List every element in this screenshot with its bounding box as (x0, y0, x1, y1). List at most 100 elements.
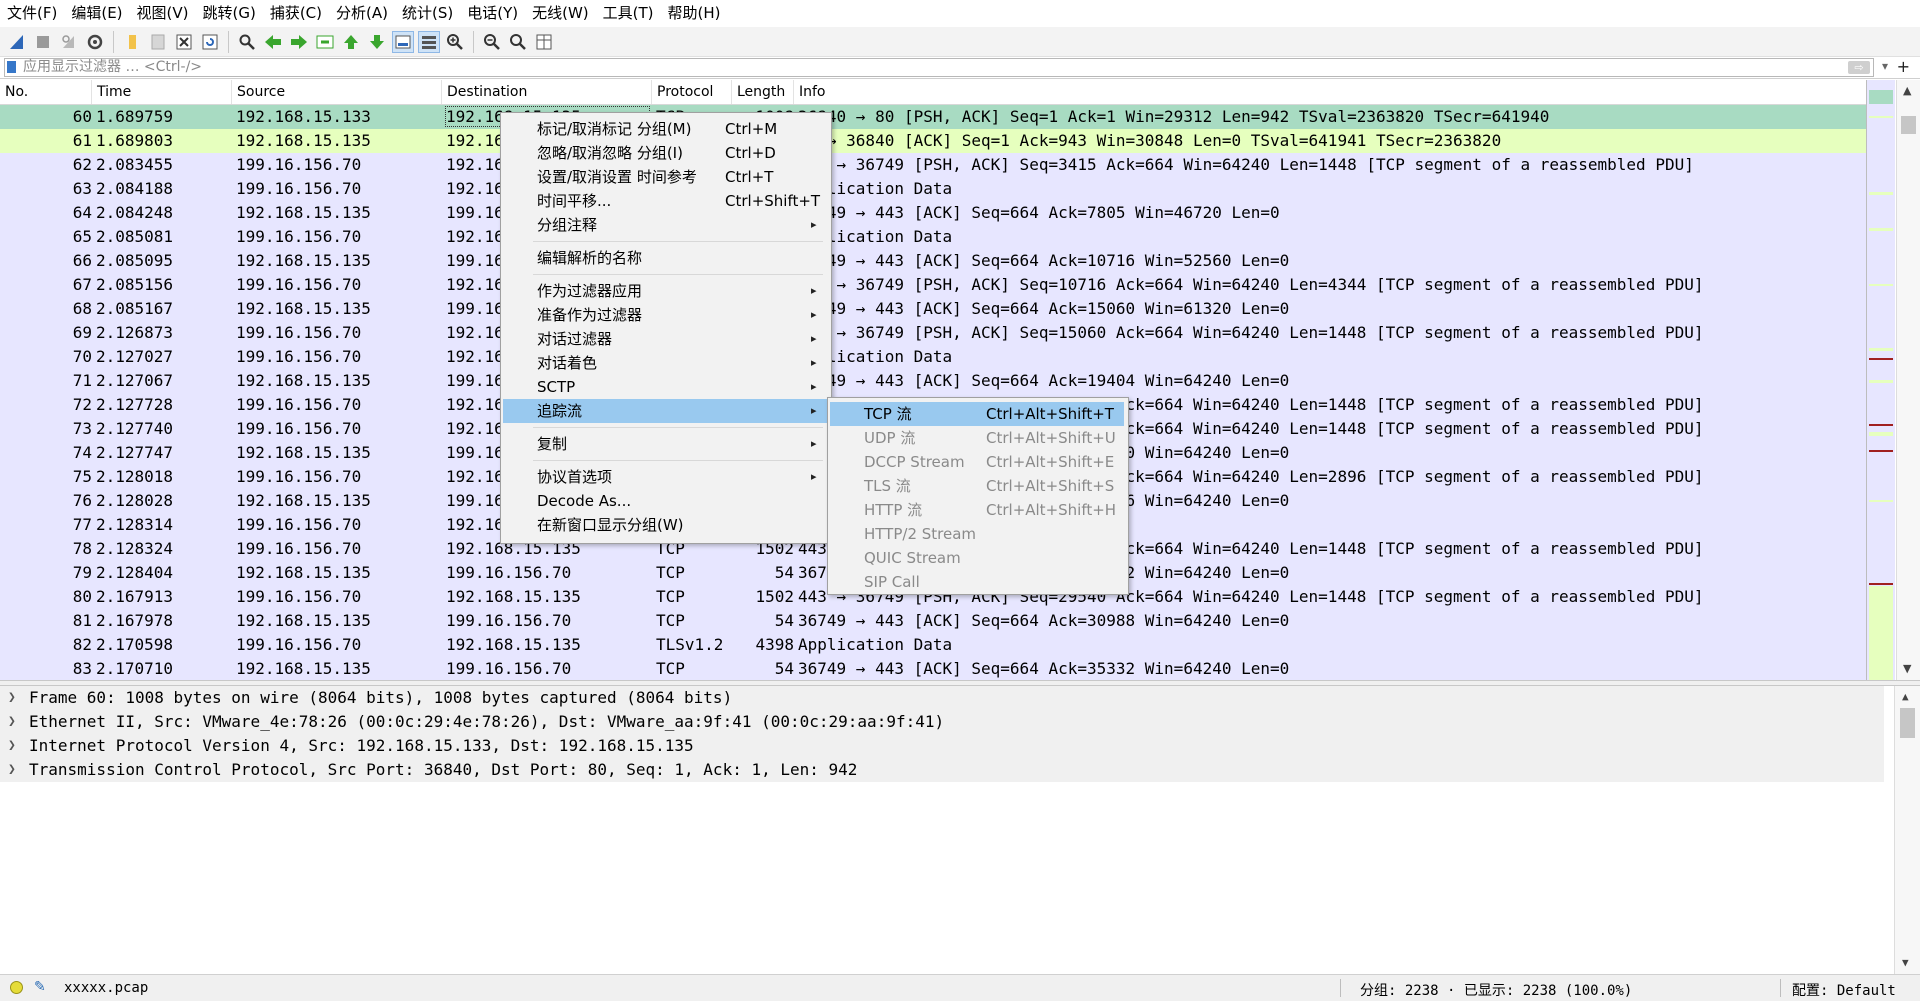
cell-info: 36749 → 443 [ACK] Seq=664 Ack=30988 Win=… (798, 611, 1290, 630)
status-profile[interactable]: 配置: Default (1792, 980, 1896, 1000)
context-menu-item[interactable]: 编辑解析的名称 (503, 246, 827, 270)
cell-src: 192.168.15.135 (236, 443, 371, 462)
autoscroll-icon[interactable] (392, 30, 414, 53)
add-filter-button-icon[interactable]: + (1897, 57, 1910, 76)
table-row[interactable]: 81 2.167978 192.168.15.135 199.16.156.70 TCP… (0, 609, 1866, 633)
menu-item-9[interactable]: 工具(T) (596, 0, 661, 27)
open-folder-icon[interactable] (121, 31, 143, 53)
table-row[interactable]: 662.085095192.168.15.135199.16.156.70TCP… (0, 249, 1866, 273)
col-header-source[interactable]: Source (232, 80, 442, 104)
table-row[interactable]: 601.689759192.168.15.133192.168.15.135TC… (0, 105, 1866, 129)
options-gear-icon[interactable] (84, 31, 106, 53)
menu-item-0[interactable]: 文件(F) (0, 0, 64, 27)
shark-fin-start-icon[interactable] (6, 31, 28, 53)
packet-details-pane[interactable]: ❯ Frame 60: 1008 bytes on wire (8064 bits… (0, 686, 1920, 974)
go-to-packet-icon[interactable] (314, 31, 336, 53)
menu-item-10[interactable]: 帮助(H) (661, 0, 728, 27)
context-menu-item[interactable]: 准备作为过滤器 ▸ (503, 303, 827, 327)
table-row[interactable]: 83 2.170710 192.168.15.135 199.16.156.70 TCP… (0, 657, 1866, 681)
zoom-out-icon[interactable] (481, 31, 503, 53)
context-menu-item[interactable]: Decode As... (503, 489, 827, 513)
packet-minimap[interactable] (1866, 80, 1895, 680)
scroll-down-icon[interactable]: ▼ (1903, 662, 1911, 675)
table-row[interactable]: 692.126873199.16.156.70192.168.15.135TCP… (0, 321, 1866, 345)
scroll-down-icon[interactable]: ▼ (1902, 956, 1909, 969)
scroll-up-icon[interactable]: ▲ (1903, 84, 1911, 97)
go-back-icon[interactable] (262, 31, 284, 53)
cell-info: 443 → 36749 [PSH, ACK] Seq=3415 Ack=664 … (798, 155, 1694, 174)
zoom-in-icon[interactable] (444, 31, 466, 53)
context-menu-item[interactable]: 作为过滤器应用 ▸ (503, 279, 827, 303)
scroll-up-icon[interactable]: ▲ (1902, 690, 1909, 703)
table-row[interactable]: 702.127027199.16.156.70192.168.15.135TLS… (0, 345, 1866, 369)
details-tree-item[interactable]: ❯ Ethernet II, Src: VMware_4e:78:26 (00:0… (0, 710, 1884, 734)
file-icon[interactable] (147, 31, 169, 53)
table-row[interactable]: 611.689803192.168.15.135192.168.15.133TC… (0, 129, 1866, 153)
col-header-no[interactable]: No. (0, 80, 92, 104)
normal-size-icon[interactable] (507, 31, 529, 53)
go-forward-icon[interactable] (288, 31, 310, 53)
menu-item-1[interactable]: 编辑(E) (64, 0, 129, 27)
table-row[interactable]: 82 2.170598 199.16.156.70 192.168.15.135 TLS… (0, 633, 1866, 657)
col-header-destination[interactable]: Destination (442, 80, 652, 104)
table-row[interactable]: 642.084248192.168.15.135199.16.156.70TCP… (0, 201, 1866, 225)
menu-item-5[interactable]: 分析(A) (329, 0, 395, 27)
context-menu-item[interactable]: 时间平移... Ctrl+Shift+T (503, 189, 827, 213)
context-menu-item[interactable]: 在新窗口显示分组(W) (503, 513, 827, 537)
last-packet-icon[interactable] (366, 31, 388, 53)
table-row[interactable]: 672.085156199.16.156.70192.168.15.135TCP… (0, 273, 1866, 297)
close-file-icon[interactable] (173, 31, 195, 53)
scrollbar-thumb[interactable] (1901, 116, 1916, 134)
packet-list-scrollbar[interactable]: ▲ ▼ (1896, 80, 1920, 680)
apply-filter-button[interactable]: ⇨ (1848, 61, 1870, 74)
stop-icon[interactable] (32, 31, 54, 53)
cell-info: 36749 → 443 [ACK] Seq=664 Ack=19404 Win=… (798, 371, 1290, 390)
context-menu-item[interactable]: 对话过滤器 ▸ (503, 327, 827, 351)
context-menu-item[interactable]: 分组注释 ▸ (503, 213, 827, 237)
menu-item-4[interactable]: 捕获(C) (263, 0, 329, 27)
context-menu-item[interactable]: 标记/取消标记 分组(M) Ctrl+M (503, 117, 827, 141)
scrollbar-thumb[interactable] (1900, 708, 1915, 738)
details-tree-item[interactable]: ❯ Frame 60: 1008 bytes on wire (8064 bits… (0, 686, 1884, 710)
menu-item-7[interactable]: 电话(Y) (460, 0, 525, 27)
menu-item-3[interactable]: 跳转(G) (196, 0, 263, 27)
capture-comment-icon[interactable]: ✎ (34, 979, 46, 995)
reload-icon[interactable] (199, 31, 221, 53)
context-menu-item[interactable]: 设置/取消设置 时间参考 Ctrl+T (503, 165, 827, 189)
context-menu-item[interactable]: 协议首选项 ▸ (503, 465, 827, 489)
context-menu-item[interactable]: 追踪流 ▸ (503, 399, 827, 423)
col-header-time[interactable]: Time (92, 80, 232, 104)
expand-chevron-icon[interactable]: ❯ (8, 758, 16, 782)
restart-icon[interactable] (58, 31, 80, 53)
resize-columns-icon[interactable] (533, 31, 555, 53)
follow-stream-item[interactable]: TCP 流 Ctrl+Alt+Shift+T (830, 402, 1124, 426)
expand-chevron-icon[interactable]: ❯ (8, 710, 16, 734)
context-menu-item[interactable]: 忽略/取消忽略 分组(I) Ctrl+D (503, 141, 827, 165)
col-header-length[interactable]: Length (732, 80, 794, 104)
details-tree-item[interactable]: ❯ Internet Protocol Version 4, Src: 192.1… (0, 734, 1884, 758)
context-menu-item[interactable]: 对话着色 ▸ (503, 351, 827, 375)
col-header-info[interactable]: Info (794, 80, 1866, 104)
find-icon[interactable] (236, 31, 258, 53)
col-header-protocol[interactable]: Protocol (652, 80, 732, 104)
table-row[interactable]: 682.085167192.168.15.135199.16.156.70TCP… (0, 297, 1866, 321)
filter-history-dropdown-icon[interactable]: ▾ (1882, 59, 1888, 73)
filter-bookmark-icon[interactable] (7, 61, 16, 73)
menu-item-6[interactable]: 统计(S) (395, 0, 460, 27)
expert-info-led-icon[interactable] (10, 981, 23, 994)
expand-chevron-icon[interactable]: ❯ (8, 734, 16, 758)
context-menu-item[interactable]: SCTP ▸ (503, 375, 827, 399)
expand-chevron-icon[interactable]: ❯ (8, 686, 16, 710)
first-packet-icon[interactable] (340, 31, 362, 53)
table-row[interactable]: 632.084188199.16.156.70192.168.15.135TLS… (0, 177, 1866, 201)
details-scrollbar[interactable]: ▲ ▼ (1894, 686, 1920, 974)
context-menu-item[interactable]: 复制 ▸ (503, 432, 827, 456)
menu-item-8[interactable]: 无线(W) (525, 0, 596, 27)
details-tree-item[interactable]: ❯ Transmission Control Protocol, Src Port… (0, 758, 1884, 782)
table-row[interactable]: 712.127067192.168.15.135199.16.156.70TCP… (0, 369, 1866, 393)
colorize-icon[interactable] (418, 30, 440, 53)
table-row[interactable]: 652.085081199.16.156.70192.168.15.135TLS… (0, 225, 1866, 249)
display-filter-input[interactable]: 应用显示过滤器 … <Ctrl-/> (4, 58, 1874, 77)
table-row[interactable]: 622.083455199.16.156.70192.168.15.135TCP… (0, 153, 1866, 177)
menu-item-2[interactable]: 视图(V) (130, 0, 196, 27)
